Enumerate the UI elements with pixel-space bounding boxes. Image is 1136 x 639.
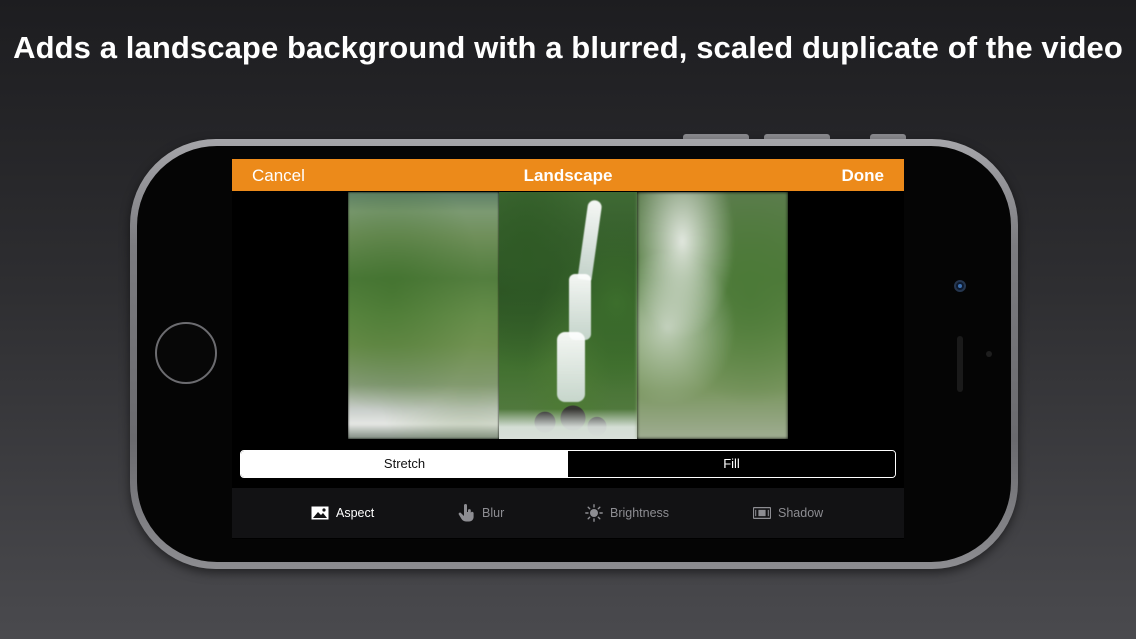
segment-stretch[interactable]: Stretch <box>241 451 568 477</box>
headline: Adds a landscape background with a blurr… <box>13 30 1123 65</box>
video-preview <box>348 192 788 439</box>
toolbar-item-label: Aspect <box>336 506 375 520</box>
home-button <box>155 322 217 384</box>
segment-fill[interactable]: Fill <box>568 451 895 477</box>
bottom-toolbar: Aspect Blur Brightness Shadow <box>232 488 904 538</box>
toolbar-item-shadow[interactable]: Shadow <box>753 504 823 522</box>
image-icon <box>311 504 329 522</box>
toolbar-item-label: Brightness <box>610 506 670 520</box>
hand-pointer-icon <box>457 504 475 522</box>
earpiece-speaker <box>957 336 963 392</box>
toolbar-item-label: Blur <box>482 506 505 520</box>
done-button[interactable]: Done <box>842 166 885 186</box>
cancel-button[interactable]: Cancel <box>252 166 305 186</box>
toolbar-item-label: Shadow <box>778 506 824 520</box>
toolbar-item-aspect[interactable]: Aspect <box>311 504 374 522</box>
blurred-background-right <box>637 192 788 439</box>
blurred-background-left <box>348 192 499 439</box>
app-screen: Cancel Landscape Done Stretch Fill Aspec… <box>232 159 904 539</box>
shadow-icon <box>753 504 771 522</box>
sun-icon <box>585 504 603 522</box>
toolbar-item-blur[interactable]: Blur <box>457 504 504 522</box>
proximity-sensor <box>986 351 992 357</box>
navigation-bar: Cancel Landscape Done <box>232 159 904 191</box>
page-title: Landscape <box>523 166 613 185</box>
aspect-mode-segmented-control: Stretch Fill <box>240 450 896 478</box>
video-frame <box>499 192 637 439</box>
toolbar-item-brightness[interactable]: Brightness <box>585 504 669 522</box>
front-camera-icon <box>954 280 966 292</box>
